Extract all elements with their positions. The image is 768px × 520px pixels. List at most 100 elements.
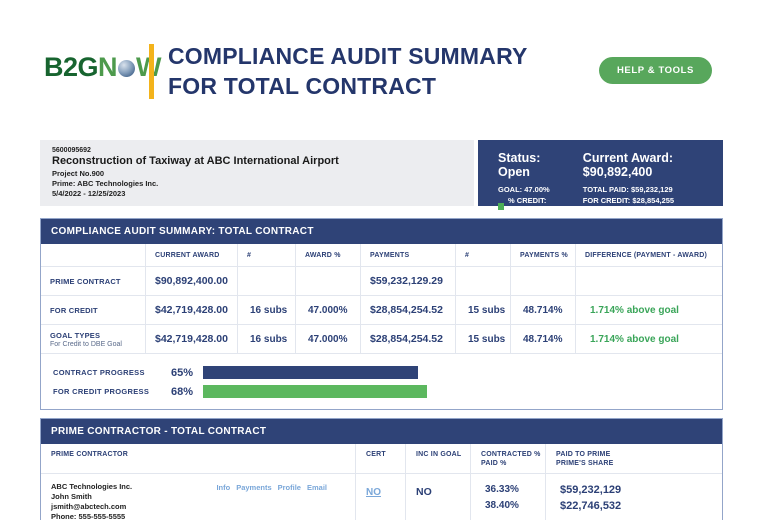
col-contracted-paid: CONTRACTED % PAID %: [471, 444, 546, 473]
for-credit: FOR CREDIT: $28,854,255: [582, 196, 675, 205]
col-paid-line2: PRIME'S SHARE: [556, 460, 614, 467]
email-link[interactable]: Email: [307, 483, 327, 492]
col-paid-to-prime: PAID TO PRIME PRIME'S SHARE: [546, 444, 722, 473]
payment-subs-value: [456, 267, 511, 295]
col-empty: [41, 244, 146, 266]
col-payments-pct: PAYMENTS %: [511, 244, 576, 266]
page-title-line1: COMPLIANCE AUDIT SUMMARY: [168, 43, 528, 69]
current-award: Current Award: $90,892,400: [582, 151, 674, 179]
credit-progress-track: [203, 385, 533, 398]
payment-subs-value: 15 subs: [456, 325, 511, 353]
payments-pct-value: 48.714%: [511, 296, 576, 324]
paid-pct-value: 38.40%: [485, 500, 519, 511]
award-pct-value: [296, 267, 361, 295]
paid-to-prime-cell: $59,232,129 $22,746,532: [546, 474, 722, 520]
row-label-group: GOAL TYPES For Credit to DBE Goal: [41, 325, 146, 353]
payments-pct-value: 48.714%: [511, 325, 576, 353]
audit-section-header: COMPLIANCE AUDIT SUMMARY: TOTAL CONTRACT: [41, 219, 722, 244]
payments-link[interactable]: Payments: [236, 483, 271, 492]
contract-progress-value: 65%: [171, 366, 194, 379]
inc-in-goal-cell: NO: [406, 474, 471, 520]
globe-icon: [118, 60, 136, 77]
award-pct-value: 47.000%: [296, 325, 361, 353]
table-row-prime-contract: PRIME CONTRACT $90,892,400.00 $59,232,12…: [41, 267, 722, 296]
project-dates: 5/4/2022 - 12/25/2023: [52, 189, 126, 198]
col-paid-line1: PAID TO PRIME: [556, 451, 611, 458]
table-row-for-credit: FOR CREDIT $42,719,428.00 16 subs 47.000…: [41, 296, 722, 325]
paid-to-prime-value: $59,232,129: [560, 484, 622, 496]
credit-progress-bar: [203, 385, 428, 398]
award-subs-value: 16 subs: [238, 296, 296, 324]
audit-header-row: CURRENT AWARD # AWARD % PAYMENTS # PAYME…: [41, 244, 722, 267]
contractor-phone: Phone: 555-555-5555: [51, 512, 126, 520]
contract-progress-row: CONTRACT PROGRESS 65%: [53, 365, 722, 380]
difference-value: 1.714% above goal: [590, 333, 679, 345]
col-payments: PAYMENTS: [361, 244, 456, 266]
col-inc-in-goal: INC IN GOAL: [406, 444, 471, 473]
info-link[interactable]: Info: [216, 483, 230, 492]
primes-share-value: $22,746,532: [560, 500, 622, 512]
project-number: Project No.900: [52, 169, 105, 178]
profile-link[interactable]: Profile: [278, 483, 301, 492]
table-row-goal-types: GOAL TYPES For Credit to DBE Goal $42,71…: [41, 325, 722, 354]
payment-subs-value: 15 subs: [456, 296, 511, 324]
col-cert: CERT: [356, 444, 406, 473]
current-award-value: $42,719,428.00: [146, 325, 238, 353]
row-label: GOAL TYPES: [50, 330, 101, 340]
help-tools-button[interactable]: HELP & TOOLS: [598, 57, 712, 84]
contract-progress-bar: [203, 366, 418, 379]
contractor-contact: John Smith: [51, 492, 92, 501]
project-name: Reconstruction of Taxiway at ABC Interna…: [52, 155, 339, 167]
difference-value: [576, 267, 722, 295]
inc-in-goal-value: NO: [416, 486, 432, 498]
col-award-count: #: [238, 244, 296, 266]
project-info-card: 5600095692 Reconstruction of Taxiway at …: [40, 140, 474, 206]
contracted-pct-value: 36.33%: [485, 484, 519, 495]
status-card: Status: Open GOAL: 47.00% % CREDIT: 48.7…: [478, 140, 723, 216]
row-label: PRIME CONTRACT: [41, 267, 146, 295]
contractor-info-cell: ABC Technologies Inc. John Smith jsmith@…: [41, 474, 356, 520]
page-title-line2: FOR TOTAL CONTRACT: [168, 73, 437, 99]
b2gnow-logo: B2GNW: [44, 52, 162, 83]
status-goal: GOAL: 47.00%: [498, 185, 550, 194]
row-sublabel: For Credit to DBE Goal: [50, 340, 122, 348]
cert-link[interactable]: NO: [366, 487, 381, 498]
status-credit: % CREDIT: 48.71%: [508, 196, 547, 216]
status-open: Status: Open: [498, 151, 541, 179]
logo-text-n: N: [98, 52, 118, 82]
contractor-links: Info Payments Profile Email: [216, 483, 327, 492]
award-pct-value: 47.000%: [296, 296, 361, 324]
payments-pct-value: [511, 267, 576, 295]
payments-value: $28,854,254.52: [361, 296, 456, 324]
credit-progress-row: FOR CREDIT PROGRESS 68%: [53, 384, 722, 399]
contract-progress-track: [203, 366, 533, 379]
payments-value: $28,854,254.52: [361, 325, 456, 353]
col-award-pct: AWARD %: [296, 244, 361, 266]
difference-value: 1.714% above goal: [590, 304, 679, 316]
project-prime: Prime: ABC Technologies Inc.: [52, 179, 159, 188]
col-payment-count: #: [456, 244, 511, 266]
gold-divider: [149, 44, 154, 99]
current-award-value: $90,892,400.00: [146, 267, 238, 295]
status-credit-row: % CREDIT: 48.71%: [498, 195, 565, 217]
credit-progress-label: FOR CREDIT PROGRESS: [53, 387, 150, 396]
credit-progress-value: 68%: [171, 385, 194, 398]
page-title: COMPLIANCE AUDIT SUMMARY FOR TOTAL CONTR…: [168, 41, 528, 101]
credit-legend-icon: [498, 202, 505, 210]
col-current-award: CURRENT AWARD: [146, 244, 238, 266]
total-paid: TOTAL PAID: $59,232,129: [582, 185, 673, 194]
contract-progress-label: CONTRACT PROGRESS: [53, 368, 145, 377]
award-subs-value: 16 subs: [238, 325, 296, 353]
payments-value: $59,232,129.29: [361, 267, 456, 295]
col-contracted-line1: CONTRACTED %: [481, 451, 541, 458]
col-prime-contractor: PRIME CONTRACTOR: [41, 444, 356, 473]
award-column: Current Award: $90,892,400 TOTAL PAID: $…: [583, 151, 723, 206]
audit-summary-section: COMPLIANCE AUDIT SUMMARY: TOTAL CONTRACT…: [40, 218, 723, 410]
cert-cell: NO: [356, 474, 406, 520]
prime-header-row: PRIME CONTRACTOR CERT INC IN GOAL CONTRA…: [41, 444, 722, 474]
contractor-email: jsmith@abctech.com: [51, 502, 127, 511]
prime-contractor-section: PRIME CONTRACTOR - TOTAL CONTRACT PRIME …: [40, 418, 723, 520]
prime-contractor-row: ABC Technologies Inc. John Smith jsmith@…: [41, 474, 722, 520]
row-label: FOR CREDIT: [41, 296, 146, 324]
contracted-paid-cell: 36.33% 38.40%: [471, 474, 546, 520]
